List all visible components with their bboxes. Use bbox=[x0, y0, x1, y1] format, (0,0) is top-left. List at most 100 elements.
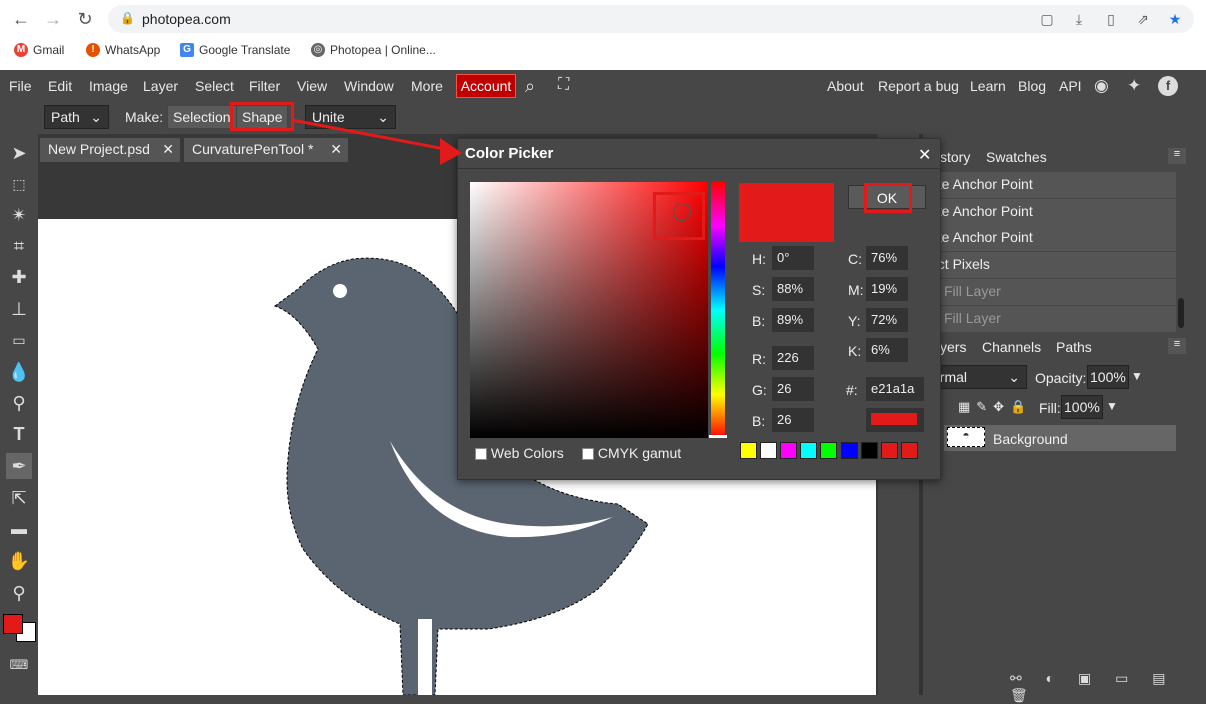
hand-tool-icon[interactable]: ✋ bbox=[6, 548, 32, 574]
cyan-field[interactable]: 76% bbox=[866, 246, 908, 270]
history-item[interactable]: w Fill Layer bbox=[930, 306, 1176, 332]
path-mode-select[interactable]: Path ⌄ bbox=[44, 105, 109, 129]
web-colors-option[interactable]: Web Colors bbox=[475, 445, 564, 461]
tab-paths[interactable]: Paths bbox=[1056, 339, 1092, 355]
menu-file[interactable]: File bbox=[9, 78, 32, 94]
account-button[interactable]: Account bbox=[456, 74, 516, 98]
move-tool-icon[interactable]: ➤ bbox=[6, 140, 32, 166]
back-icon[interactable]: ← bbox=[10, 8, 32, 30]
address-bar[interactable] bbox=[108, 5, 1194, 33]
tab-channels[interactable]: Channels bbox=[982, 339, 1041, 355]
history-scrollbar[interactable] bbox=[1178, 298, 1184, 328]
swatch-black[interactable] bbox=[861, 442, 878, 459]
link-report-bug[interactable]: Report a bug bbox=[878, 78, 959, 94]
history-item[interactable]: ete Anchor Point bbox=[930, 199, 1176, 225]
history-item[interactable]: ete Anchor Point bbox=[930, 225, 1176, 251]
link-learn[interactable]: Learn bbox=[970, 78, 1006, 94]
rectangle-tool-icon[interactable]: ▬ bbox=[6, 517, 32, 543]
fullscreen-icon[interactable]: ⛶ bbox=[558, 76, 569, 94]
opacity-field[interactable]: 100% bbox=[1087, 365, 1129, 389]
download-icon[interactable]: ⤓ bbox=[1070, 10, 1088, 28]
yellow-field[interactable]: 72% bbox=[866, 308, 908, 332]
blue-field[interactable]: 26 bbox=[772, 408, 814, 432]
web-colors-checkbox[interactable] bbox=[475, 448, 487, 461]
forward-icon[interactable]: → bbox=[42, 8, 64, 30]
swatch-yellow[interactable] bbox=[740, 442, 757, 459]
pen-tool-active-icon[interactable]: ✒ bbox=[6, 453, 32, 479]
hue-field[interactable]: 0° bbox=[772, 246, 814, 270]
menu-window[interactable]: Window bbox=[344, 78, 394, 94]
bookmark-star-icon[interactable]: ★ bbox=[1166, 10, 1184, 28]
screenshot-icon[interactable]: ▢ bbox=[1038, 10, 1056, 28]
menu-view[interactable]: View bbox=[297, 78, 327, 94]
magenta-field[interactable]: 19% bbox=[866, 277, 908, 301]
make-selection-button[interactable]: Selection bbox=[167, 105, 237, 129]
fill-field[interactable]: 100% bbox=[1061, 395, 1103, 419]
healing-brush-icon[interactable]: ✚ bbox=[6, 264, 32, 290]
stamp-tool-icon[interactable]: ⊥ bbox=[6, 296, 32, 322]
page-icon[interactable]: ▯ bbox=[1102, 10, 1120, 28]
brightness-field[interactable]: 89% bbox=[772, 308, 814, 332]
cmyk-gamut-option[interactable]: CMYK gamut bbox=[582, 445, 681, 461]
red-field[interactable]: 226 bbox=[772, 346, 814, 370]
history-item[interactable]: ete Anchor Point bbox=[930, 172, 1176, 198]
type-tool-icon[interactable]: T bbox=[6, 421, 32, 447]
menu-layer[interactable]: Layer bbox=[143, 78, 178, 94]
blur-tool-icon[interactable]: 💧 bbox=[6, 359, 32, 385]
link-blog[interactable]: Blog bbox=[1018, 78, 1046, 94]
dodge-tool-icon[interactable]: ⚲ bbox=[6, 390, 32, 416]
search-icon[interactable]: ⌕ bbox=[525, 76, 535, 97]
black-field[interactable]: 6% bbox=[866, 338, 908, 362]
facebook-icon[interactable]: f bbox=[1158, 76, 1178, 96]
layers-menu-icon[interactable]: ≡ bbox=[1168, 338, 1186, 354]
menu-image[interactable]: Image bbox=[89, 78, 128, 94]
reload-icon[interactable]: ↻ bbox=[74, 8, 96, 30]
bookmark-gmail[interactable]: M Gmail bbox=[14, 43, 64, 57]
hue-slider-handle[interactable] bbox=[709, 435, 727, 438]
menu-filter[interactable]: Filter bbox=[249, 78, 280, 94]
cmyk-gamut-checkbox[interactable] bbox=[582, 448, 594, 461]
swatch-cyan[interactable] bbox=[800, 442, 817, 459]
lock-icons[interactable]: ▦✎✥🔒 bbox=[958, 399, 1032, 415]
tab-layers[interactable]: yers bbox=[940, 339, 966, 355]
magic-wand-icon[interactable]: ✴ bbox=[6, 202, 32, 228]
opacity-dropdown-icon[interactable]: ▼ bbox=[1131, 369, 1143, 383]
saturation-field[interactable]: 88% bbox=[772, 277, 814, 301]
close-icon[interactable]: ✕ bbox=[162, 141, 174, 158]
twitter-icon[interactable]: ✦ bbox=[1127, 76, 1141, 96]
tab-history[interactable]: story bbox=[940, 149, 970, 165]
path-select-icon[interactable]: ⇱ bbox=[6, 485, 32, 511]
zoom-tool-icon[interactable]: ⚲ bbox=[6, 580, 32, 606]
hex-field[interactable]: e21a1a bbox=[866, 377, 924, 401]
fill-dropdown-icon[interactable]: ▼ bbox=[1106, 399, 1118, 413]
tab-new-project[interactable]: New Project.psd ✕ bbox=[40, 138, 180, 162]
crop-tool-icon[interactable]: ⌗ bbox=[6, 233, 32, 259]
bookmark-whatsapp[interactable]: ! WhatsApp bbox=[86, 43, 160, 57]
history-item[interactable]: w Fill Layer bbox=[930, 279, 1176, 305]
menu-edit[interactable]: Edit bbox=[48, 78, 72, 94]
history-item[interactable]: ect Pixels bbox=[930, 252, 1176, 278]
layer-actions-bar[interactable]: ⚯ ◐ ▣ ▭ ▤ 🗑 bbox=[1010, 670, 1206, 704]
menu-more[interactable]: More bbox=[411, 78, 443, 94]
swatch-green[interactable] bbox=[820, 442, 837, 459]
share-icon[interactable]: ⇗ bbox=[1134, 10, 1152, 28]
panel-menu-icon[interactable]: ≡ bbox=[1168, 148, 1186, 164]
swatch-magenta[interactable] bbox=[780, 442, 797, 459]
menu-select[interactable]: Select bbox=[195, 78, 234, 94]
hue-slider[interactable] bbox=[711, 182, 725, 438]
gradient-tool-icon[interactable]: ▭ bbox=[6, 327, 32, 353]
reddit-icon[interactable]: ◉ bbox=[1094, 76, 1109, 96]
bookmark-google-translate[interactable]: G Google Translate bbox=[180, 43, 290, 57]
swatch-red-2[interactable] bbox=[901, 442, 918, 459]
swatch-red[interactable] bbox=[881, 442, 898, 459]
close-icon[interactable]: ✕ bbox=[918, 145, 931, 165]
tab-swatches[interactable]: Swatches bbox=[986, 149, 1047, 165]
link-about[interactable]: About bbox=[827, 78, 864, 94]
layer-name[interactable]: Background bbox=[993, 431, 1068, 447]
swatch-blue[interactable] bbox=[841, 442, 858, 459]
foreground-color-swatch[interactable] bbox=[3, 614, 23, 634]
green-field[interactable]: 26 bbox=[772, 377, 814, 401]
keyboard-icon[interactable]: ⌨ bbox=[6, 652, 32, 678]
marquee-tool-icon[interactable]: ⬚ bbox=[6, 171, 32, 197]
swatch-white[interactable] bbox=[760, 442, 777, 459]
